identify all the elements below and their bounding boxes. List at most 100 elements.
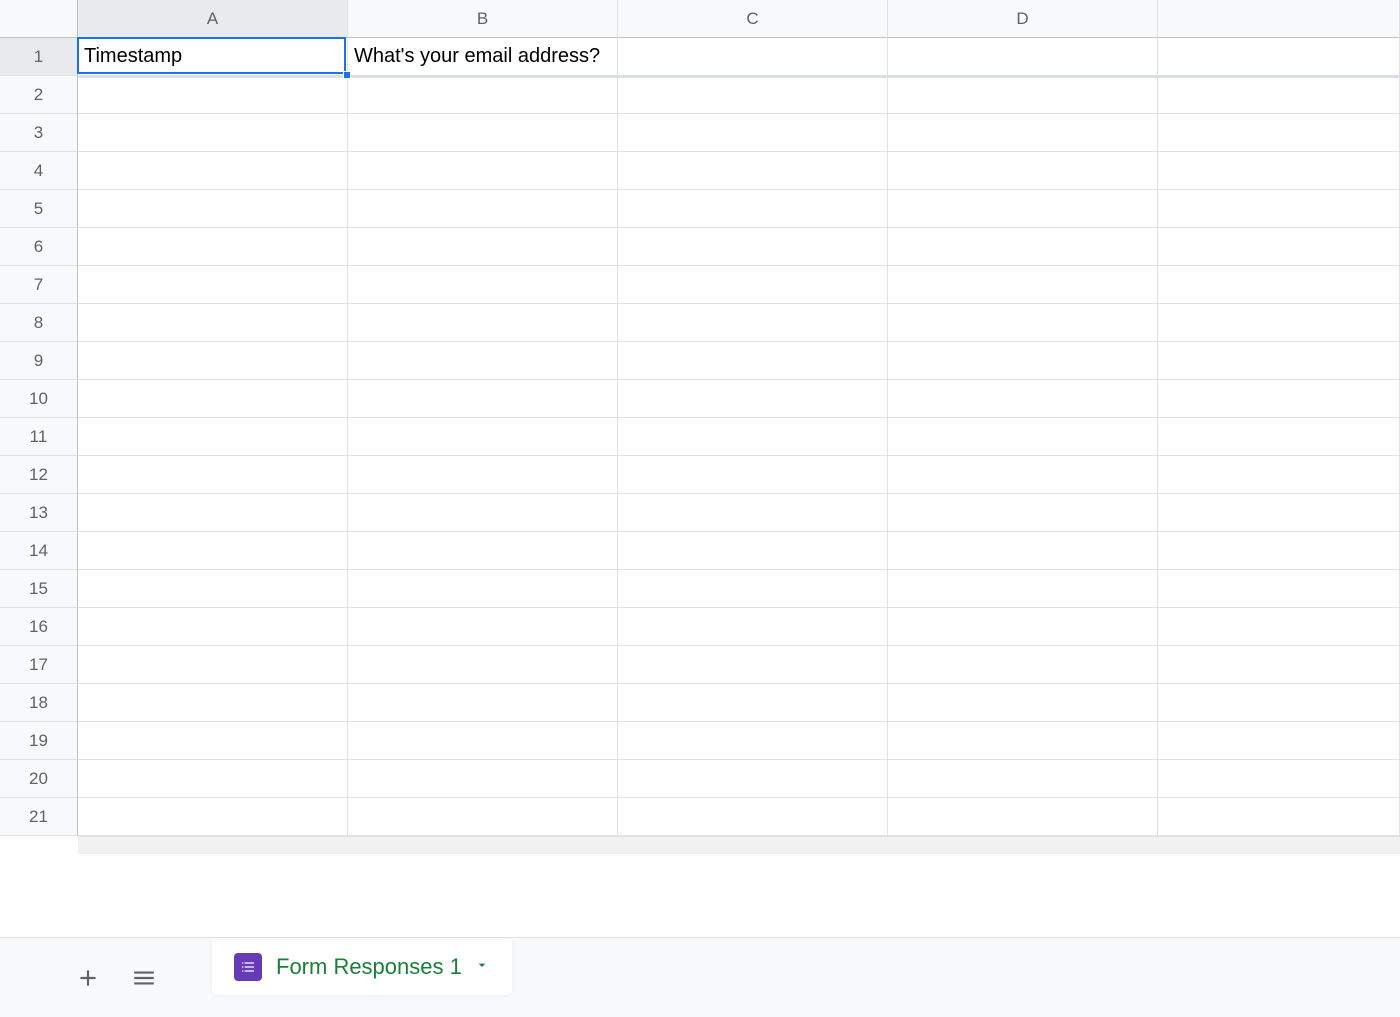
cell-A16[interactable] [78, 608, 348, 646]
row-header-1[interactable]: 1 [0, 38, 78, 76]
cell-D2[interactable] [888, 76, 1158, 114]
column-header-D[interactable]: D [888, 0, 1158, 38]
cell-B14[interactable] [348, 532, 618, 570]
cell-D7[interactable] [888, 266, 1158, 304]
cell-B5[interactable] [348, 190, 618, 228]
cell-C17[interactable] [618, 646, 888, 684]
cell-C7[interactable] [618, 266, 888, 304]
cell-A21[interactable] [78, 798, 348, 836]
cell-A18[interactable] [78, 684, 348, 722]
cell-A11[interactable] [78, 418, 348, 456]
cell-A8[interactable] [78, 304, 348, 342]
cell-D15[interactable] [888, 570, 1158, 608]
cell-col41[interactable] [1158, 38, 1400, 76]
cell-B20[interactable] [348, 760, 618, 798]
row-header-3[interactable]: 3 [0, 114, 78, 152]
cell-B1[interactable]: What's your email address? [348, 38, 618, 76]
row-header-9[interactable]: 9 [0, 342, 78, 380]
cell-col44[interactable] [1158, 152, 1400, 190]
cell-C3[interactable] [618, 114, 888, 152]
cell-col410[interactable] [1158, 380, 1400, 418]
cell-col416[interactable] [1158, 608, 1400, 646]
select-all-corner[interactable] [0, 0, 78, 38]
cell-B18[interactable] [348, 684, 618, 722]
row-header-12[interactable]: 12 [0, 456, 78, 494]
cell-B16[interactable] [348, 608, 618, 646]
row-header-18[interactable]: 18 [0, 684, 78, 722]
cell-B12[interactable] [348, 456, 618, 494]
cell-A17[interactable] [78, 646, 348, 684]
cell-B3[interactable] [348, 114, 618, 152]
row-header-20[interactable]: 20 [0, 760, 78, 798]
cell-A10[interactable] [78, 380, 348, 418]
cell-C5[interactable] [618, 190, 888, 228]
cell-D10[interactable] [888, 380, 1158, 418]
all-sheets-button[interactable] [116, 950, 172, 1006]
cell-B9[interactable] [348, 342, 618, 380]
cell-D16[interactable] [888, 608, 1158, 646]
cell-C12[interactable] [618, 456, 888, 494]
row-header-13[interactable]: 13 [0, 494, 78, 532]
column-header-B[interactable]: B [348, 0, 618, 38]
row-header-6[interactable]: 6 [0, 228, 78, 266]
cell-col414[interactable] [1158, 532, 1400, 570]
cell-B15[interactable] [348, 570, 618, 608]
cell-C21[interactable] [618, 798, 888, 836]
cell-C11[interactable] [618, 418, 888, 456]
cell-D20[interactable] [888, 760, 1158, 798]
cell-col421[interactable] [1158, 798, 1400, 836]
cell-col47[interactable] [1158, 266, 1400, 304]
cell-A14[interactable] [78, 532, 348, 570]
cell-C6[interactable] [618, 228, 888, 266]
cell-C18[interactable] [618, 684, 888, 722]
cell-B8[interactable] [348, 304, 618, 342]
row-header-17[interactable]: 17 [0, 646, 78, 684]
cell-col413[interactable] [1158, 494, 1400, 532]
cell-A15[interactable] [78, 570, 348, 608]
cell-A13[interactable] [78, 494, 348, 532]
cell-col415[interactable] [1158, 570, 1400, 608]
column-header-C[interactable]: C [618, 0, 888, 38]
cell-B4[interactable] [348, 152, 618, 190]
cell-A6[interactable] [78, 228, 348, 266]
horizontal-scrollbar[interactable] [78, 836, 1400, 854]
cell-C1[interactable] [618, 38, 888, 76]
cell-B21[interactable] [348, 798, 618, 836]
cell-A3[interactable] [78, 114, 348, 152]
caret-down-icon[interactable] [474, 957, 490, 978]
cell-A5[interactable] [78, 190, 348, 228]
cell-B11[interactable] [348, 418, 618, 456]
row-header-5[interactable]: 5 [0, 190, 78, 228]
cell-B19[interactable] [348, 722, 618, 760]
cell-C4[interactable] [618, 152, 888, 190]
cell-D1[interactable] [888, 38, 1158, 76]
cell-A4[interactable] [78, 152, 348, 190]
cell-C8[interactable] [618, 304, 888, 342]
row-header-21[interactable]: 21 [0, 798, 78, 836]
cell-col420[interactable] [1158, 760, 1400, 798]
cell-B17[interactable] [348, 646, 618, 684]
row-header-10[interactable]: 10 [0, 380, 78, 418]
row-header-11[interactable]: 11 [0, 418, 78, 456]
cell-C20[interactable] [618, 760, 888, 798]
cell-D13[interactable] [888, 494, 1158, 532]
cell-C14[interactable] [618, 532, 888, 570]
cell-B6[interactable] [348, 228, 618, 266]
cell-col417[interactable] [1158, 646, 1400, 684]
cell-D3[interactable] [888, 114, 1158, 152]
column-header-A[interactable]: A [78, 0, 348, 38]
row-header-16[interactable]: 16 [0, 608, 78, 646]
cell-C13[interactable] [618, 494, 888, 532]
cell-D19[interactable] [888, 722, 1158, 760]
cell-D18[interactable] [888, 684, 1158, 722]
cell-D12[interactable] [888, 456, 1158, 494]
cell-C19[interactable] [618, 722, 888, 760]
cell-D5[interactable] [888, 190, 1158, 228]
cell-B13[interactable] [348, 494, 618, 532]
cell-C16[interactable] [618, 608, 888, 646]
cell-col48[interactable] [1158, 304, 1400, 342]
cell-C2[interactable] [618, 76, 888, 114]
cell-D21[interactable] [888, 798, 1158, 836]
cell-col412[interactable] [1158, 456, 1400, 494]
row-header-15[interactable]: 15 [0, 570, 78, 608]
